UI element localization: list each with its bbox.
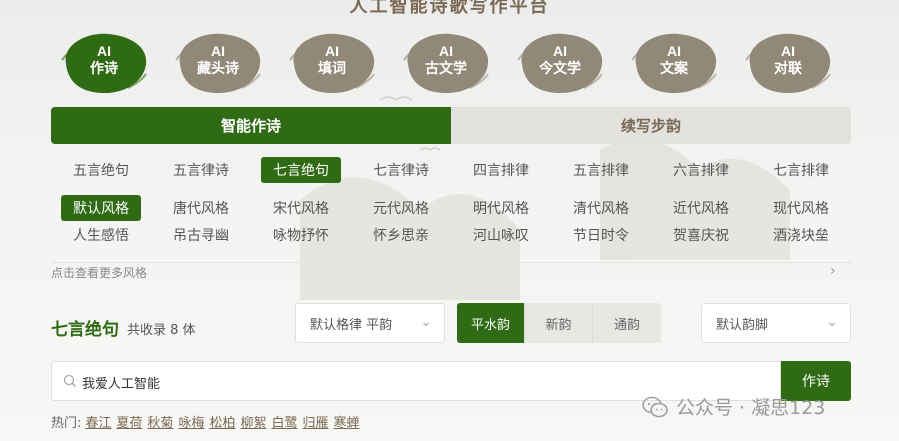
style-options-dynasty: 默认风格 唐代风格 宋代风格 元代风格 明代风格 清代风格 近代风格 现代风格 <box>51 195 851 221</box>
mode-label: 文案 <box>660 60 688 76</box>
mode-button[interactable]: AI 藏头诗 <box>172 30 264 96</box>
theme-option[interactable]: 贺喜庆祝 <box>661 222 741 248</box>
mode-label-prefix: AI <box>439 43 453 59</box>
mode-button[interactable]: AI 对联 <box>742 30 834 96</box>
wechat-watermark: 公众号 · 凝思123 <box>642 393 825 420</box>
style-option[interactable]: 清代风格 <box>561 195 641 221</box>
topic-input[interactable] <box>82 370 762 394</box>
form-option[interactable]: 四言排律 <box>461 157 541 183</box>
form-option[interactable]: 七言绝句 <box>261 157 341 183</box>
mode-selector: AI 作诗 AI 藏头诗 AI 填词 AI 古文学 AI 今文学 AI 文案 AI 对联 <box>58 30 848 96</box>
hot-topic-link[interactable]: 春江 <box>85 412 111 431</box>
mode-button[interactable]: AI 填词 <box>286 30 378 96</box>
rhyme-option-tong[interactable]: 通韵 <box>593 303 661 343</box>
rhyme-foot-select-value: 默认韵脚 <box>716 317 769 333</box>
hot-topic-link[interactable]: 归雁 <box>303 412 329 431</box>
theme-option[interactable]: 吊古寻幽 <box>161 222 241 248</box>
hot-label: 热门: <box>51 416 82 431</box>
style-options-theme: 人生感悟 吊古寻幽 咏物抒怀 怀乡思亲 河山咏叹 节日时令 贺喜庆祝 酒浇块垒 <box>51 222 851 248</box>
hot-topic-link[interactable]: 咏梅 <box>178 412 204 431</box>
more-styles-link[interactable]: 点击查看更多风格 <box>51 264 147 281</box>
style-option[interactable]: 唐代风格 <box>161 195 241 221</box>
rhyme-option-new[interactable]: 新韵 <box>525 303 593 343</box>
mode-label: 今文学 <box>539 60 581 76</box>
hot-topic-link[interactable]: 柳絮 <box>240 412 266 431</box>
hot-topic-link[interactable]: 松柏 <box>209 412 235 431</box>
mode-label-prefix: AI <box>325 43 339 59</box>
mode-button[interactable]: AI 今文学 <box>514 30 606 96</box>
wechat-icon <box>642 396 668 417</box>
theme-option[interactable]: 河山咏叹 <box>461 222 541 248</box>
hot-topic-link[interactable]: 寒蝉 <box>334 412 360 431</box>
form-option[interactable]: 六言排律 <box>661 157 741 183</box>
meter-select[interactable]: 默认格律 平韵 ⌄ <box>295 303 445 343</box>
rhyme-foot-select[interactable]: 默认韵脚 ⌄ <box>701 303 851 343</box>
divider <box>51 262 851 282</box>
theme-option[interactable]: 人生感悟 <box>61 222 141 248</box>
style-option[interactable]: 默认风格 <box>61 195 141 221</box>
hot-topic-link[interactable]: 夏荷 <box>116 412 142 431</box>
form-options: 五言绝句 五言律诗 七言绝句 七言律诗 四言排律 五言排律 六言排律 七言排律 <box>51 157 851 183</box>
form-option[interactable]: 七言律诗 <box>361 157 441 183</box>
chevron-down-icon: ⌄ <box>420 314 432 330</box>
rhyme-option-pingshui[interactable]: 平水韵 <box>457 303 525 343</box>
style-option[interactable]: 近代风格 <box>661 195 741 221</box>
mode-label-prefix: AI <box>97 43 111 59</box>
search-icon <box>63 374 76 387</box>
theme-option[interactable]: 节日时令 <box>561 222 641 248</box>
style-option[interactable]: 现代风格 <box>761 195 841 221</box>
chevron-right-icon[interactable]: › <box>830 263 836 279</box>
tab-smart-poem[interactable]: 智能作诗 <box>51 107 451 144</box>
selected-form-title: 七言绝句 <box>51 320 119 340</box>
rhyme-system-toggle: 平水韵 新韵 通韵 <box>457 303 661 343</box>
mode-label: 藏头诗 <box>197 60 239 76</box>
theme-option[interactable]: 怀乡思亲 <box>361 222 441 248</box>
hot-topic-link[interactable]: 秋菊 <box>147 412 173 431</box>
mode-label-prefix: AI <box>553 43 567 59</box>
form-option[interactable]: 五言律诗 <box>161 157 241 183</box>
mode-tabs: 智能作诗 续写步韵 <box>51 107 851 144</box>
mode-label: 古文学 <box>425 60 467 76</box>
mode-button[interactable]: AI 古文学 <box>400 30 492 96</box>
tab-continue-rhyme[interactable]: 续写步韵 <box>451 107 851 144</box>
hot-topics: 热门: 春江 夏荷 秋菊 咏梅 松柏 柳絮 白鹭 归雁 寒蝉 <box>51 412 365 431</box>
style-option[interactable]: 宋代风格 <box>261 195 341 221</box>
chevron-down-icon: ⌄ <box>826 314 838 330</box>
watermark-text: 公众号 · 凝思123 <box>676 397 826 419</box>
form-option[interactable]: 五言绝句 <box>61 157 141 183</box>
form-option[interactable]: 五言排律 <box>561 157 641 183</box>
form-count: 共收录 8 体 <box>127 323 196 338</box>
mode-label-prefix: AI <box>667 43 681 59</box>
hot-topic-link[interactable]: 白鹭 <box>271 412 297 431</box>
mode-label-prefix: AI <box>781 43 795 59</box>
style-option[interactable]: 元代风格 <box>361 195 441 221</box>
mode-button[interactable]: AI 文案 <box>628 30 720 96</box>
theme-option[interactable]: 咏物抒怀 <box>261 222 341 248</box>
meter-select-value: 默认格律 平韵 <box>310 317 393 333</box>
form-option[interactable]: 七言排律 <box>761 157 841 183</box>
style-option[interactable]: 明代风格 <box>461 195 541 221</box>
mode-button[interactable]: AI 作诗 <box>58 30 150 96</box>
page-title: 人工智能诗歌写作平台 <box>349 0 550 17</box>
mode-label: 作诗 <box>90 60 118 76</box>
mode-label: 对联 <box>774 60 802 76</box>
mode-label: 填词 <box>318 60 346 76</box>
mode-label-prefix: AI <box>211 43 225 59</box>
theme-option[interactable]: 酒浇块垒 <box>761 222 841 248</box>
